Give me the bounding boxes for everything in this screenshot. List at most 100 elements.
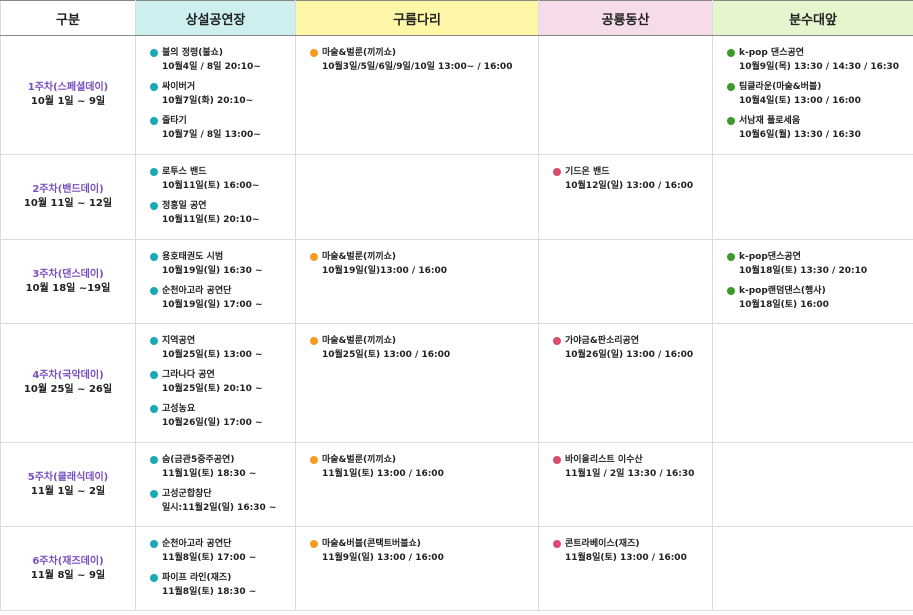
event-title: 마술&벌룬(끼끼쇼) — [310, 46, 530, 60]
event-time: 10월26일(일) 17:00 ~ — [162, 418, 263, 428]
venue-cell: 마술&벌룬(끼끼쇼) 10월19일(일)13:00 / 16:00 — [295, 239, 539, 324]
event-title: 마술&벌룬(끼끼쇼) — [310, 250, 530, 264]
bullet-dot-icon — [150, 540, 158, 548]
event-time: 10월7일(화) 20:10~ — [162, 96, 254, 106]
event-title: 고성농요 — [150, 402, 287, 416]
venue-cell — [712, 526, 913, 611]
week-cell: 5주차(클래식데이) 11월 1일 ~ 2일 — [0, 442, 136, 527]
event-time: 10월26일(일) 13:00 / 16:00 — [565, 350, 694, 360]
bullet-dot-icon — [150, 456, 158, 464]
event-title: 파이프 라인(재즈) — [150, 571, 287, 585]
event-item: 마술&벌룬(끼끼쇼) 10월3일/5일/6일/9일/10일 13:00~ / 16… — [310, 46, 530, 74]
event-title-text: 서남재 폴로세움 — [739, 116, 801, 126]
bullet-dot-icon — [727, 83, 735, 91]
venue-cell — [538, 239, 713, 324]
bullet-dot-icon — [727, 49, 735, 57]
event-title-text: 고성농요 — [162, 404, 196, 414]
week-cell: 6주차(재즈데이) 11월 8일 ~ 9일 — [0, 526, 136, 611]
venue-cell: 용호태권도 시범 10월19일(일) 16:30 ~ 순천아고라 공연단 10월19일… — [135, 239, 296, 324]
venue-cell: k-pop 댄스공연 10월9일(목) 13:30 / 14:30 / 16:30… — [712, 35, 913, 155]
event-time: 10월4일 / 8일 20:10~ — [162, 62, 261, 72]
event-title-text: 마술&벌룬(끼끼쇼) — [322, 252, 397, 262]
event-time: 11월1일(토) 18:30 ~ — [162, 469, 257, 479]
event-time: 10월25일(토) 20:10 ~ — [162, 384, 263, 394]
bullet-dot-icon — [310, 49, 318, 57]
event-item: 숨(금관5중주공연) 11월1일(토) 18:30 ~ — [150, 453, 287, 481]
bullet-dot-icon — [310, 540, 318, 548]
bullet-dot-icon — [553, 337, 561, 345]
bullet-dot-icon — [150, 83, 158, 91]
header-dinosaur-park: 공룡동산 — [538, 0, 713, 36]
event-title-text: 마술&버블(콘택트버블쇼) — [322, 539, 421, 549]
event-title-text: 정홍일 공연 — [162, 201, 207, 211]
venue-cell — [295, 154, 539, 240]
event-time: 10월25일(토) 13:00 / 16:00 — [322, 350, 451, 360]
table-row: 3주차(댄스데이) 10월 18일 ~19일 용호태권도 시범 10월19일(일) 1… — [0, 239, 913, 324]
event-time: 일시:11월2일(일) 16:30 ~ — [162, 503, 277, 513]
event-time: 10월3일/5일/6일/9일/10일 13:00~ / 16:00 — [322, 62, 513, 72]
event-item: 마술&벌룬(끼끼쇼) 10월25일(토) 13:00 / 16:00 — [310, 334, 530, 362]
event-item: 콘트라베이스(재즈) 11월8일(토) 13:00 / 16:00 — [553, 537, 704, 565]
event-title: 숨(금관5중주공연) — [150, 453, 287, 467]
event-title: 고성군합창단 — [150, 487, 287, 501]
event-title-text: 바이올리스트 이수산 — [565, 455, 643, 465]
event-item: 그라나다 공연 10월25일(토) 20:10 ~ — [150, 368, 287, 396]
event-item: 마술&벌룬(끼끼쇼) 10월19일(일)13:00 / 16:00 — [310, 250, 530, 278]
venue-cell: 콘트라베이스(재즈) 11월8일(토) 13:00 / 16:00 — [538, 526, 713, 611]
event-title: 마술&버블(콘택트버블쇼) — [310, 537, 530, 551]
event-title: k-pop랜덤댄스(행사) — [727, 284, 905, 298]
event-item: 서남재 폴로세움 10월6일(월) 13:30 / 16:30 — [727, 114, 905, 142]
event-time: 10월11일(토) 20:10~ — [162, 215, 260, 225]
event-title: 로투스 밴드 — [150, 165, 287, 179]
event-title-text: 순천아고라 공연단 — [162, 286, 232, 296]
event-time: 10월19일(일)13:00 / 16:00 — [322, 266, 447, 276]
venue-cell — [712, 154, 913, 240]
event-title-text: 콘트라베이스(재즈) — [565, 539, 640, 549]
event-item: 순천아고라 공연단 10월19일(일) 17:00 ~ — [150, 284, 287, 312]
table-row: 6주차(재즈데이) 11월 8일 ~ 9일 순천아고라 공연단 11월8일(토) 17… — [0, 526, 913, 611]
event-item: 마술&벌룬(끼끼쇼) 11월1일(토) 13:00 / 16:00 — [310, 453, 530, 481]
bullet-dot-icon — [150, 490, 158, 498]
event-time: 11월1일 / 2일 13:30 / 16:30 — [565, 469, 695, 479]
bullet-dot-icon — [150, 253, 158, 261]
event-time: 10월18일(토) 16:00 — [739, 300, 829, 310]
venue-cell: 가야금&판소리공연 10월26일(일) 13:00 / 16:00 — [538, 323, 713, 443]
bullet-dot-icon — [150, 202, 158, 210]
event-title-text: 파이프 라인(재즈) — [162, 573, 232, 583]
event-time: 11월9일(일) 13:00 / 16:00 — [322, 553, 444, 563]
event-item: k-pop랜덤댄스(행사) 10월18일(토) 16:00 — [727, 284, 905, 312]
event-time: 10월11일(토) 16:00~ — [162, 181, 260, 191]
event-time: 11월1일(토) 13:00 / 16:00 — [322, 469, 444, 479]
event-title: k-pop 댄스공연 — [727, 46, 905, 60]
bullet-dot-icon — [310, 337, 318, 345]
event-title-text: 그라나다 공연 — [162, 370, 215, 380]
week-name: 1주차(스페셜데이) — [27, 82, 109, 93]
event-time: 11월8일(토) 18:30 ~ — [162, 587, 257, 597]
event-item: k-pop댄스공연 10월18일(토) 13:30 / 20:10 — [727, 250, 905, 278]
event-item: 마술&버블(콘택트버블쇼) 11월9일(일) 13:00 / 16:00 — [310, 537, 530, 565]
bullet-dot-icon — [553, 540, 561, 548]
table-row: 2주차(밴드데이) 10월 11일 ~ 12일 로투스 밴드 10월11일(토) 16… — [0, 154, 913, 240]
header-category: 구분 — [0, 0, 136, 36]
event-title: 기드온 밴드 — [553, 165, 704, 179]
venue-cell: 불의 정령(불쇼) 10월4일 / 8일 20:10~ 싸이버거 10월7일(화) 2… — [135, 35, 296, 155]
bullet-dot-icon — [150, 371, 158, 379]
event-title: 팀클라운(마술&버블) — [727, 80, 905, 94]
header-fountain: 분수대앞 — [712, 0, 913, 36]
event-item: 싸이버거 10월7일(화) 20:10~ — [150, 80, 287, 108]
event-title-text: k-pop랜덤댄스(행사) — [739, 286, 826, 296]
week-name: 3주차(댄스데이) — [32, 268, 104, 280]
event-title-text: 가야금&판소리공연 — [565, 336, 640, 346]
venue-cell: 마술&벌룬(끼끼쇼) 11월1일(토) 13:00 / 16:00 — [295, 442, 539, 527]
bullet-dot-icon — [150, 337, 158, 345]
event-title-text: 기드온 밴드 — [565, 167, 610, 177]
venue-cell — [538, 35, 713, 155]
venue-cell: 마술&버블(콘택트버블쇼) 11월9일(일) 13:00 / 16:00 — [295, 526, 539, 611]
event-item: 지역공연 10월25일(토) 13:00 ~ — [150, 334, 287, 362]
bullet-dot-icon — [310, 456, 318, 464]
bullet-dot-icon — [553, 168, 561, 176]
venue-cell: 마술&벌룬(끼끼쇼) 10월3일/5일/6일/9일/10일 13:00~ / 16… — [295, 35, 539, 155]
event-title-text: 고성군합창단 — [162, 489, 212, 499]
header-row: 구분 상설공연장 구름다리 공룡동산 분수대앞 — [0, 0, 913, 36]
event-title-text: 팀클라운(마술&버블) — [739, 82, 822, 92]
